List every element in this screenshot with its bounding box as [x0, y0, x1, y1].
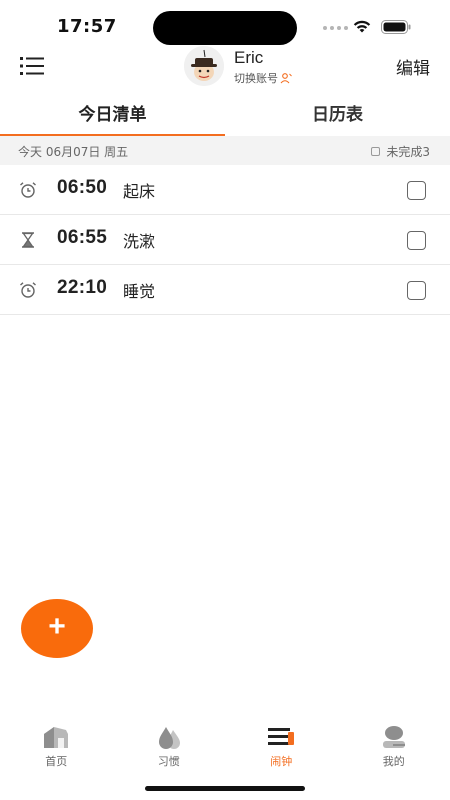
alarm-clock-icon [20, 182, 36, 198]
tab-home-label: 首页 [45, 755, 68, 768]
alarm-checkbox[interactable] [407, 231, 426, 250]
alarm-checkbox[interactable] [407, 181, 426, 200]
tab-habits-label: 习惯 [157, 755, 180, 768]
alarm-label: 洗漱 [123, 232, 156, 251]
tab-alarm[interactable]: 闹钟 [225, 718, 338, 778]
user-name: Eric [234, 48, 264, 67]
switch-account-label: 切换账号 [234, 72, 278, 85]
avatar[interactable] [184, 46, 224, 86]
header: Eric 切换账号 编辑 [0, 44, 450, 90]
tab-profile[interactable]: 我的 [338, 718, 450, 778]
wifi-icon [353, 20, 371, 33]
menu-list-icon[interactable] [18, 54, 46, 78]
add-alarm-button[interactable]: + [21, 599, 93, 658]
tab-alarm-label: 闹钟 [270, 755, 293, 768]
alarm-label: 起床 [123, 182, 156, 201]
switch-user-icon [280, 73, 292, 84]
view-tabs: 今日清单 日历表 [0, 92, 450, 136]
list-item[interactable]: 22:10 睡觉 [0, 265, 450, 315]
plus-icon: + [48, 610, 66, 643]
date-strip: 今天 06月07日 周五 未完成3 [0, 136, 450, 165]
alarm-label: 睡觉 [123, 282, 156, 301]
alarm-checkbox[interactable] [407, 281, 426, 300]
checkbox-icon [371, 147, 381, 156]
tab-calendar[interactable]: 日历表 [225, 92, 450, 136]
switch-account-link[interactable]: 切换账号 [234, 70, 292, 86]
tab-home[interactable]: 首页 [0, 718, 113, 778]
home-indicator [145, 786, 305, 791]
alarm-time: 22:10 [57, 277, 108, 298]
home-icon [44, 727, 69, 748]
dynamic-island [153, 11, 297, 45]
incomplete-text: 未完成3 [386, 145, 430, 159]
alarm-time: 06:50 [57, 177, 108, 198]
incomplete-count: 未完成3 [371, 143, 430, 160]
alarm-clock-icon [20, 282, 36, 298]
profile-icon [382, 726, 405, 748]
tab-profile-label: 我的 [382, 755, 405, 768]
date-text: 今天 06月07日 周五 [18, 145, 129, 159]
tab-habits[interactable]: 习惯 [113, 718, 226, 778]
drops-icon [158, 727, 180, 749]
edit-button[interactable]: 编辑 [396, 54, 430, 79]
status-time: 17:57 [57, 16, 117, 37]
battery-icon [381, 20, 411, 34]
cellular-signal-icon [323, 26, 348, 30]
bottom-tab-bar: 首页 习惯 闹钟 我的 [0, 718, 450, 778]
list-item[interactable]: 06:50 起床 [0, 165, 450, 215]
alarm-bars-icon [268, 728, 295, 745]
alarm-time: 06:55 [57, 227, 108, 248]
list-item[interactable]: 06:55 洗漱 [0, 215, 450, 265]
alarm-list: 06:50 起床 06:55 洗漱 22:10 睡觉 [0, 165, 450, 315]
tab-today-list[interactable]: 今日清单 [0, 92, 225, 136]
hourglass-icon [22, 232, 34, 248]
